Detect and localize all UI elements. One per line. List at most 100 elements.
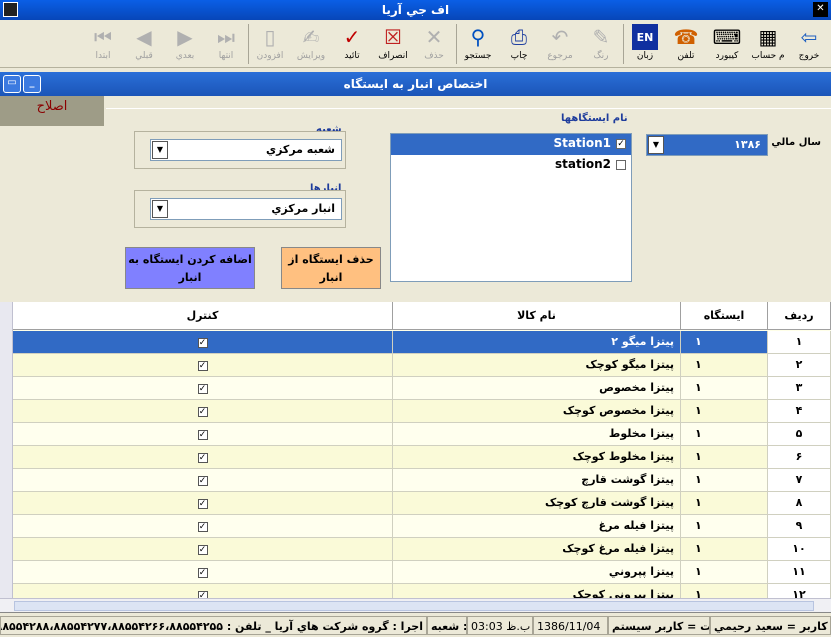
cell-row-number: ۵ bbox=[768, 423, 831, 446]
toolbar-button-print[interactable]: ⎙ چاپ bbox=[499, 22, 539, 66]
station-checkbox[interactable] bbox=[616, 160, 626, 170]
control-checkbox[interactable]: ✓ bbox=[197, 522, 208, 532]
status-vendor: اجرا : گروه شرکت هاي آريا _ تلفن : ۸۸۵۵۴… bbox=[0, 616, 427, 635]
cell-control[interactable]: ✓ bbox=[13, 446, 393, 469]
table-row[interactable]: ✓ پيتزا گوشت قارچ ۱ ۷ bbox=[13, 469, 831, 492]
confirm-icon: ✓ bbox=[343, 25, 361, 49]
vertical-scrollbar[interactable] bbox=[0, 302, 13, 598]
table-row[interactable]: ✓ پيتزا ميگو کوچک ۱ ۲ bbox=[13, 354, 831, 377]
status-time: ب.ظ 03:03 bbox=[467, 616, 533, 635]
cell-product: پيتزا مخصوص bbox=[393, 377, 681, 400]
toolbar-button-exit[interactable]: ⇦ خروج bbox=[789, 22, 829, 66]
control-checkbox[interactable]: ✓ bbox=[197, 384, 208, 394]
fix-button[interactable]: اصلاح bbox=[0, 96, 104, 126]
scroll-thumb[interactable] bbox=[14, 601, 814, 611]
cell-control[interactable]: ✓ bbox=[13, 377, 393, 400]
cell-row-number: ۲ bbox=[768, 354, 831, 377]
table-row[interactable]: ✓ پيتزا پپروني کوچک ۱ ۱۲ bbox=[13, 584, 831, 598]
table-row[interactable]: ✓ پيتزا فيله مرغ کوچک ۱ ۱۰ bbox=[13, 538, 831, 561]
control-checkbox[interactable]: ✓ bbox=[197, 430, 208, 440]
toolbar-button-label: تلفن bbox=[677, 51, 695, 61]
control-checkbox[interactable]: ✓ bbox=[197, 591, 208, 598]
cell-control[interactable]: ✓ bbox=[13, 400, 393, 423]
toolbar-button-confirm[interactable]: ✓ تائيد bbox=[332, 22, 372, 66]
app-close-icon[interactable]: ✕ bbox=[813, 2, 828, 17]
col-header-row[interactable]: رديف bbox=[768, 302, 831, 330]
toolbar-button-paint[interactable]: ✎ رنگ bbox=[581, 22, 621, 66]
app-menu-icon[interactable] bbox=[3, 2, 18, 17]
toolbar-button-previous[interactable]: ◀ قبلي bbox=[124, 22, 164, 66]
cell-control[interactable]: ✓ bbox=[13, 354, 393, 377]
table-row[interactable]: ✓ پيتزا مخلوط ۱ ۵ bbox=[13, 423, 831, 446]
chevron-down-icon[interactable]: ▼ bbox=[648, 136, 664, 154]
warehouse-select[interactable]: انبار مرکزي ▼ bbox=[150, 198, 342, 220]
cell-control[interactable]: ✓ bbox=[13, 423, 393, 446]
toolbar-button-keyboard[interactable]: ⌨ کيبورد bbox=[707, 22, 747, 66]
toolbar-button-cancel[interactable]: ☒ انصراف bbox=[373, 22, 413, 66]
toolbar-button-label: بعدي bbox=[175, 51, 195, 61]
fiscal-year-select[interactable]: ۱۳۸۶ ▼ bbox=[646, 134, 768, 156]
cell-control[interactable]: ✓ bbox=[13, 538, 393, 561]
warehouse-group: انبار مرکزي ▼ bbox=[134, 190, 346, 228]
add-icon: ▯ bbox=[264, 25, 276, 49]
control-checkbox[interactable]: ✓ bbox=[197, 453, 208, 463]
chevron-down-icon[interactable]: ▼ bbox=[152, 200, 168, 218]
cell-product: پيتزا فيله مرغ کوچک bbox=[393, 538, 681, 561]
toolbar-button-return[interactable]: ↶ مرجوع bbox=[540, 22, 580, 66]
cell-station: ۱ bbox=[681, 515, 768, 538]
table-row[interactable]: ✓ پيتزا مخصوص ۱ ۳ bbox=[13, 377, 831, 400]
control-checkbox[interactable]: ✓ bbox=[197, 499, 208, 509]
window-restore-icon[interactable]: ▭ bbox=[3, 75, 21, 93]
control-checkbox[interactable]: ✓ bbox=[197, 476, 208, 486]
add-station-button[interactable]: اضافه کردن ايستگاه به انبار bbox=[125, 247, 255, 289]
cell-control[interactable]: ✓ bbox=[13, 331, 393, 354]
station-item[interactable]: ✓ Station1 bbox=[391, 134, 631, 155]
toolbar-button-label: م حساب bbox=[751, 51, 785, 61]
stations-list[interactable]: ✓ Station1 station2 bbox=[390, 133, 632, 282]
branch-value: شعبه مرکزي bbox=[266, 143, 335, 156]
toolbar-button-add[interactable]: ▯ افزودن bbox=[250, 22, 290, 66]
toolbar-button-calculator[interactable]: ▦ م حساب bbox=[748, 22, 788, 66]
chevron-down-icon[interactable]: ▼ bbox=[152, 141, 168, 159]
branch-select[interactable]: شعبه مرکزي ▼ bbox=[150, 139, 342, 161]
cell-control[interactable]: ✓ bbox=[13, 584, 393, 598]
control-checkbox[interactable]: ✓ bbox=[197, 407, 208, 417]
toolbar-button-phone[interactable]: ☎ تلفن bbox=[666, 22, 706, 66]
toolbar-button-label: کيبورد bbox=[715, 51, 739, 61]
app-title-bar: اف جي آريا ✕ bbox=[0, 0, 831, 20]
table-row[interactable]: ✓ پيتزا ميگو ۲۱۱ bbox=[13, 331, 831, 354]
table-row[interactable]: ✓ پيتزا مخلوط کوچک ۱ ۶ bbox=[13, 446, 831, 469]
remove-station-button[interactable]: حذف ايستگاه از انبار bbox=[281, 247, 381, 289]
cell-control[interactable]: ✓ bbox=[13, 492, 393, 515]
toolbar-button-language[interactable]: EN زبان bbox=[625, 22, 665, 66]
table-row[interactable]: ✓ پيتزا فيله مرغ ۱ ۹ bbox=[13, 515, 831, 538]
toolbar-button-search[interactable]: ⚲ جستجو bbox=[458, 22, 498, 66]
control-checkbox[interactable]: ✓ bbox=[197, 361, 208, 371]
table-row[interactable]: ✓ پيتزا مخصوص کوچک ۱ ۴ bbox=[13, 400, 831, 423]
col-header-product[interactable]: نام کالا bbox=[393, 302, 681, 330]
control-checkbox[interactable]: ✓ bbox=[197, 545, 208, 555]
cell-control[interactable]: ✓ bbox=[13, 515, 393, 538]
cell-control[interactable]: ✓ bbox=[13, 469, 393, 492]
table-row[interactable]: ✓ پيتزا گوشت قارچ کوچک ۱ ۸ bbox=[13, 492, 831, 515]
col-header-control[interactable]: کنترل bbox=[13, 302, 393, 330]
toolbar-button-label: خروج bbox=[798, 51, 820, 61]
col-header-station[interactable]: ايستگاه bbox=[681, 302, 768, 330]
cell-station: ۱ bbox=[681, 331, 768, 354]
station-checkbox[interactable]: ✓ bbox=[616, 139, 626, 149]
toolbar-button-next[interactable]: ▶ بعدي bbox=[165, 22, 205, 66]
cell-control[interactable]: ✓ bbox=[13, 561, 393, 584]
previous-icon: ◀ bbox=[136, 25, 152, 49]
toolbar-button-edit[interactable]: ✍ ويرايش bbox=[291, 22, 331, 66]
window-minimize-icon[interactable]: _ bbox=[23, 75, 41, 93]
toolbar-button-first[interactable]: ⏮ ابتدا bbox=[83, 22, 123, 66]
control-checkbox[interactable]: ✓ bbox=[197, 338, 208, 348]
toolbar-button-delete[interactable]: ✕ حذف bbox=[414, 22, 454, 66]
control-checkbox[interactable]: ✓ bbox=[197, 568, 208, 578]
table-row[interactable]: ✓ پيتزا پپروني ۱ ۱۱ bbox=[13, 561, 831, 584]
horizontal-scrollbar[interactable] bbox=[0, 598, 831, 612]
station-item[interactable]: station2 bbox=[391, 155, 631, 176]
assignment-panel: سال مالي ۱۳۸۶ ▼ نام ايستگاهها ✓ Station1 s… bbox=[106, 108, 831, 302]
toolbar-button-last[interactable]: ⏭ انتها bbox=[206, 22, 246, 66]
cell-row-number: ۳ bbox=[768, 377, 831, 400]
